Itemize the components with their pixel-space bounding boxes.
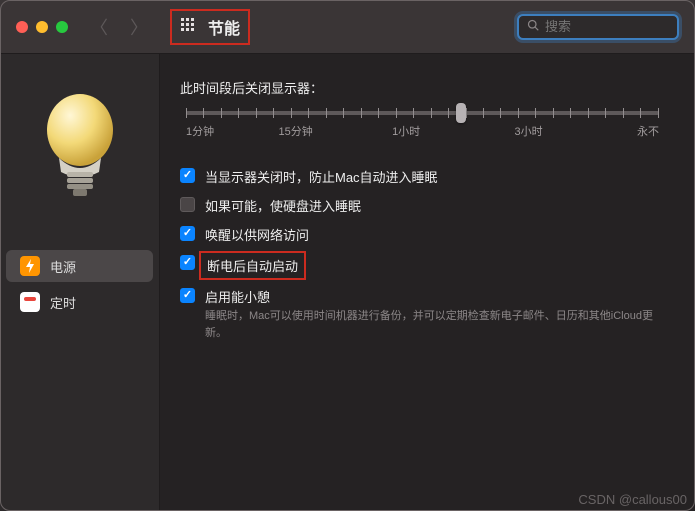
power-nap-hint: 睡眠时，Mac可以使用时间机器进行备份，并可以定期检查新电子邮件、日历和其他iC… — [205, 308, 665, 341]
sidebar-item-label: 定时 — [50, 293, 76, 312]
traffic-lights — [16, 21, 68, 33]
option-prevent-sleep[interactable]: 当显示器关闭时，防止Mac自动进入睡眠 — [180, 167, 665, 186]
option-restart-after-power-failure[interactable]: 断电后自动启动 — [180, 254, 665, 277]
slider-thumb[interactable] — [456, 103, 466, 123]
sidebar: 电源 定时 — [0, 54, 160, 511]
title-block-highlight: 节能 — [170, 9, 250, 45]
option-label: 唤醒以供网络访问 — [205, 225, 309, 244]
sidebar-item-power[interactable]: 电源 — [6, 250, 153, 282]
option-power-nap[interactable]: 启用能小憩 — [180, 287, 665, 306]
back-arrow-icon[interactable]: 〈 — [90, 14, 108, 40]
forward-arrow-icon[interactable]: 〉 — [130, 14, 148, 40]
options-list: 当显示器关闭时，防止Mac自动进入睡眠 如果可能，使硬盘进入睡眠 唤醒以供网络访… — [180, 167, 665, 341]
highlight-red-box: 断电后自动启动 — [199, 251, 306, 280]
display-sleep-label: 此时间段后关闭显示器： — [180, 78, 665, 97]
checkbox-icon[interactable] — [180, 168, 195, 183]
option-wake-network[interactable]: 唤醒以供网络访问 — [180, 225, 665, 244]
sidebar-item-schedule[interactable]: 定时 — [6, 286, 153, 318]
maximize-window-button[interactable] — [56, 21, 68, 33]
display-sleep-slider[interactable]: 1分钟 15分钟 1小时 3小时 永不 — [180, 111, 665, 143]
search-field[interactable] — [517, 14, 679, 40]
option-label: 启用能小憩 — [205, 287, 270, 306]
checkbox-icon[interactable] — [180, 226, 195, 241]
option-label: 如果可能，使硬盘进入睡眠 — [205, 196, 361, 215]
show-all-grid-icon[interactable] — [180, 17, 196, 36]
option-label: 断电后自动启动 — [207, 259, 298, 274]
main-panel: 此时间段后关闭显示器： 1分钟 15分钟 1小时 3小时 永不 当显示器关闭时，… — [160, 54, 695, 511]
slider-tick-labels: 1分钟 15分钟 1小时 3小时 永不 — [186, 123, 659, 139]
nav-arrows: 〈 〉 — [90, 14, 148, 40]
checkbox-icon[interactable] — [180, 255, 195, 270]
search-input[interactable] — [545, 19, 669, 34]
option-disk-sleep[interactable]: 如果可能，使硬盘进入睡眠 — [180, 196, 665, 215]
checkbox-icon[interactable] — [180, 197, 195, 212]
search-icon — [527, 19, 539, 34]
sidebar-item-label: 电源 — [50, 257, 76, 276]
close-window-button[interactable] — [16, 21, 28, 33]
checkbox-icon[interactable] — [180, 288, 195, 303]
minimize-window-button[interactable] — [36, 21, 48, 33]
watermark: CSDN @callous00 — [578, 492, 687, 507]
titlebar: 〈 〉 节能 — [0, 0, 695, 54]
pane-title: 节能 — [208, 15, 240, 39]
bolt-icon — [20, 256, 40, 276]
option-label: 当显示器关闭时，防止Mac自动进入睡眠 — [205, 167, 438, 186]
calendar-icon — [20, 292, 40, 312]
energy-saver-icon — [0, 70, 159, 250]
